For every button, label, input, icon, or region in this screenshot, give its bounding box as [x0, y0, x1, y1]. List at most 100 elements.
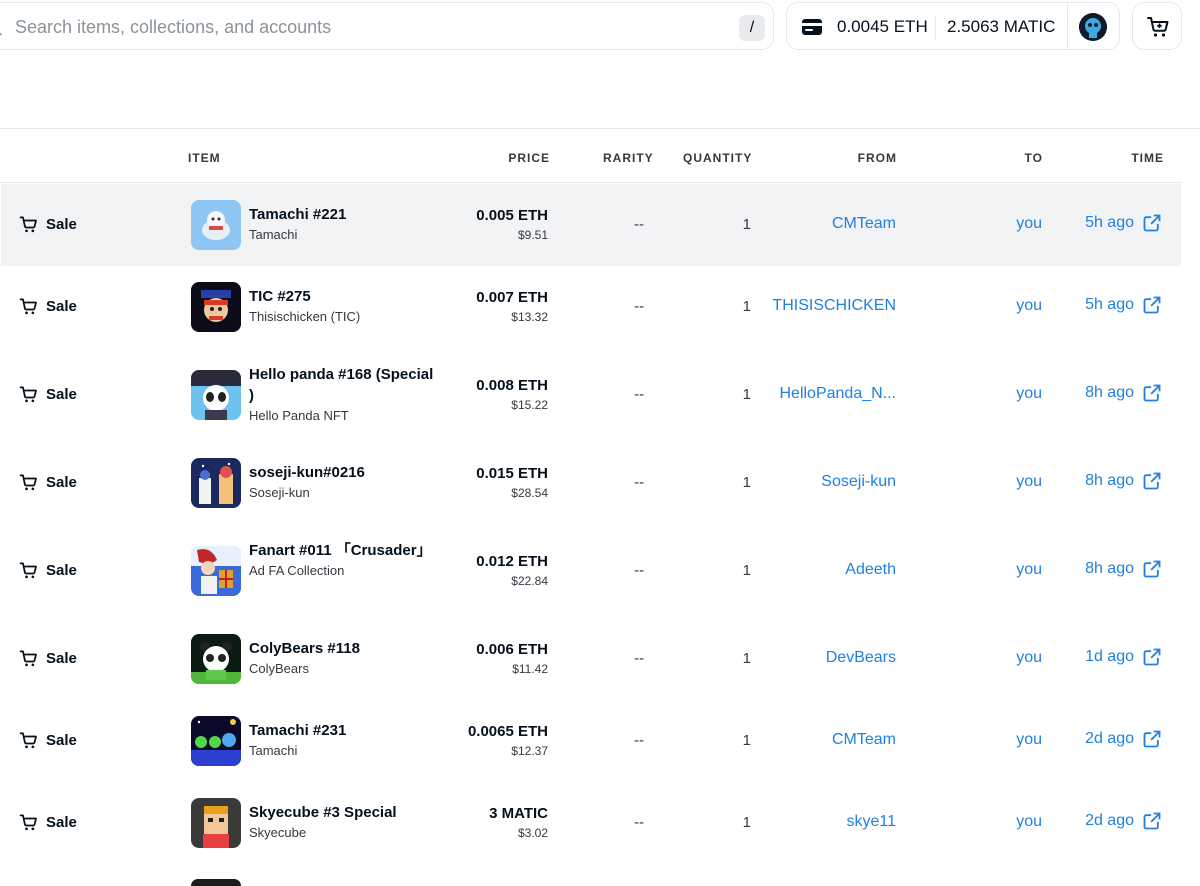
price-crypto: 0.005 ETH [476, 207, 548, 224]
item-info: Tamachi #231 Tamachi [249, 720, 434, 760]
quantity-value: 1 [742, 298, 751, 315]
time-link[interactable]: 1d ago [1085, 647, 1162, 667]
external-link-icon [1143, 472, 1161, 490]
nft-thumbnail[interactable] [191, 634, 241, 684]
external-link-icon [1143, 214, 1161, 232]
item-name[interactable]: TIC #275 [249, 286, 434, 307]
event-sale: Sale [19, 215, 77, 234]
price-usd: $15.22 [511, 398, 548, 412]
matic-balance: 2.5063 MATIC [947, 17, 1056, 36]
from-link[interactable]: THISISCHICKEN [772, 297, 896, 315]
cart-button[interactable] [1132, 2, 1182, 50]
nft-thumbnail[interactable] [191, 282, 241, 332]
item-collection[interactable]: Hello Panda NFT [249, 406, 434, 425]
column-header-to: TO [1024, 151, 1043, 165]
wallet-balance[interactable]: 0.0045 ETH 2.5063 MATIC [786, 2, 1120, 50]
item-name[interactable]: Fanart #011 「Crusader」 [249, 540, 434, 561]
table-row[interactable]: Sale Hello panda #168 (Special ) Hello P… [1, 348, 1181, 442]
nft-thumbnail[interactable] [191, 200, 241, 250]
table-row[interactable]: Sale Fanart #011 「Crusader」 Ad FA Collec… [1, 524, 1181, 618]
eth-balance: 0.0045 ETH [837, 17, 928, 36]
column-header-rarity: RARITY [603, 151, 654, 165]
table-row[interactable]: Sale soseji-kun#0216 Soseji-kun 0.015 ET… [1, 442, 1181, 524]
column-header-item: ITEM [188, 151, 221, 165]
time-link[interactable]: 2d ago [1085, 729, 1162, 749]
time-link[interactable]: 2d ago [1085, 811, 1162, 831]
time-label: 8h ago [1085, 384, 1134, 401]
event-sale: Sale [19, 731, 77, 750]
search-input[interactable] [15, 11, 705, 43]
nft-thumbnail[interactable] [191, 798, 241, 848]
table-row[interactable]: Sale Skyecube #3 Special Skyecube 3 MATI… [1, 782, 1181, 864]
price-cell: 0.0065 ETH $12.37 [468, 721, 548, 760]
item-collection[interactable]: Thisischicken (TIC) [249, 307, 434, 326]
table-header: ITEM PRICE RARITY QUANTITY FROM TO TIME [0, 129, 1182, 183]
cart-icon [19, 732, 37, 749]
price-usd: $22.84 [511, 574, 548, 588]
price-cell: 0.012 ETH $22.84 [476, 551, 548, 590]
item-info: Hello panda #168 (Special ) Hello Panda … [249, 364, 434, 425]
to-link[interactable]: you [1016, 561, 1042, 579]
table-row[interactable]: Sale ColyBears #118 ColyBears 0.006 ETH … [1, 618, 1181, 700]
price-usd: $28.54 [511, 486, 548, 500]
nft-thumbnail[interactable] [191, 879, 241, 886]
item-name[interactable]: soseji-kun#0216 [249, 462, 434, 483]
time-label: 2d ago [1085, 812, 1134, 829]
rarity-value: -- [634, 474, 644, 491]
from-link[interactable]: Adeeth [845, 561, 896, 579]
nft-thumbnail[interactable] [191, 458, 241, 508]
item-name[interactable]: ColyBears #118 [249, 638, 434, 659]
item-name[interactable]: Tamachi #231 [249, 720, 434, 741]
avatar[interactable] [1079, 13, 1107, 41]
time-label: 5h ago [1085, 296, 1134, 313]
event-label: Sale [46, 298, 77, 315]
time-link[interactable]: 5h ago [1085, 295, 1162, 315]
time-link[interactable]: 8h ago [1085, 471, 1162, 491]
balance-divider [935, 15, 936, 39]
time-link[interactable]: 5h ago [1085, 213, 1162, 233]
item-collection[interactable]: Tamachi [249, 741, 434, 760]
rarity-value: -- [634, 732, 644, 749]
column-header-time: TIME [1131, 151, 1164, 165]
event-label: Sale [46, 650, 77, 667]
from-link[interactable]: CMTeam [832, 731, 896, 749]
cart-icon [19, 650, 37, 667]
to-link[interactable]: you [1016, 649, 1042, 667]
nft-thumbnail[interactable] [191, 716, 241, 766]
cart-icon [1147, 17, 1169, 37]
to-link[interactable]: you [1016, 731, 1042, 749]
time-link[interactable]: 8h ago [1085, 559, 1162, 579]
from-link[interactable]: CMTeam [832, 215, 896, 233]
rarity-value: -- [634, 650, 644, 667]
price-cell: 0.008 ETH $15.22 [476, 375, 548, 414]
to-link[interactable]: you [1016, 215, 1042, 233]
time-link[interactable]: 8h ago [1085, 383, 1162, 403]
to-link[interactable]: you [1016, 813, 1042, 831]
event-sale: Sale [19, 473, 77, 492]
item-collection[interactable]: Tamachi [249, 225, 434, 244]
to-link[interactable]: you [1016, 297, 1042, 315]
external-link-icon [1143, 648, 1161, 666]
item-name[interactable]: Skyecube #3 Special [249, 802, 434, 823]
from-link[interactable]: HelloPanda_N... [779, 385, 896, 403]
item-collection[interactable]: Soseji-kun [249, 483, 434, 502]
column-header-quantity: QUANTITY [683, 151, 753, 165]
search-bar[interactable]: / [0, 2, 774, 50]
item-name[interactable]: Tamachi #221 [249, 204, 434, 225]
quantity-value: 1 [742, 386, 751, 403]
item-collection[interactable]: ColyBears [249, 659, 434, 678]
to-link[interactable]: you [1016, 385, 1042, 403]
from-link[interactable]: Soseji-kun [821, 473, 896, 491]
nft-thumbnail[interactable] [191, 370, 241, 420]
table-row[interactable]: Sale TIC #275 Thisischicken (TIC) 0.007 … [1, 266, 1181, 348]
to-link[interactable]: you [1016, 473, 1042, 491]
from-link[interactable]: DevBears [826, 649, 896, 667]
item-collection[interactable]: Ad FA Collection [249, 561, 434, 580]
table-row[interactable]: Sale Tamachi #231 Tamachi 0.0065 ETH $12… [1, 700, 1181, 782]
item-collection[interactable]: Skyecube [249, 823, 434, 842]
table-row[interactable]: Sale Tamachi #221 Tamachi 0.005 ETH $9.5… [1, 184, 1181, 266]
nft-thumbnail[interactable] [191, 546, 241, 596]
from-link[interactable]: skye11 [846, 813, 896, 831]
item-name[interactable]: Hello panda #168 (Special ) [249, 364, 434, 406]
price-cell: 0.007 ETH $13.32 [476, 287, 548, 326]
